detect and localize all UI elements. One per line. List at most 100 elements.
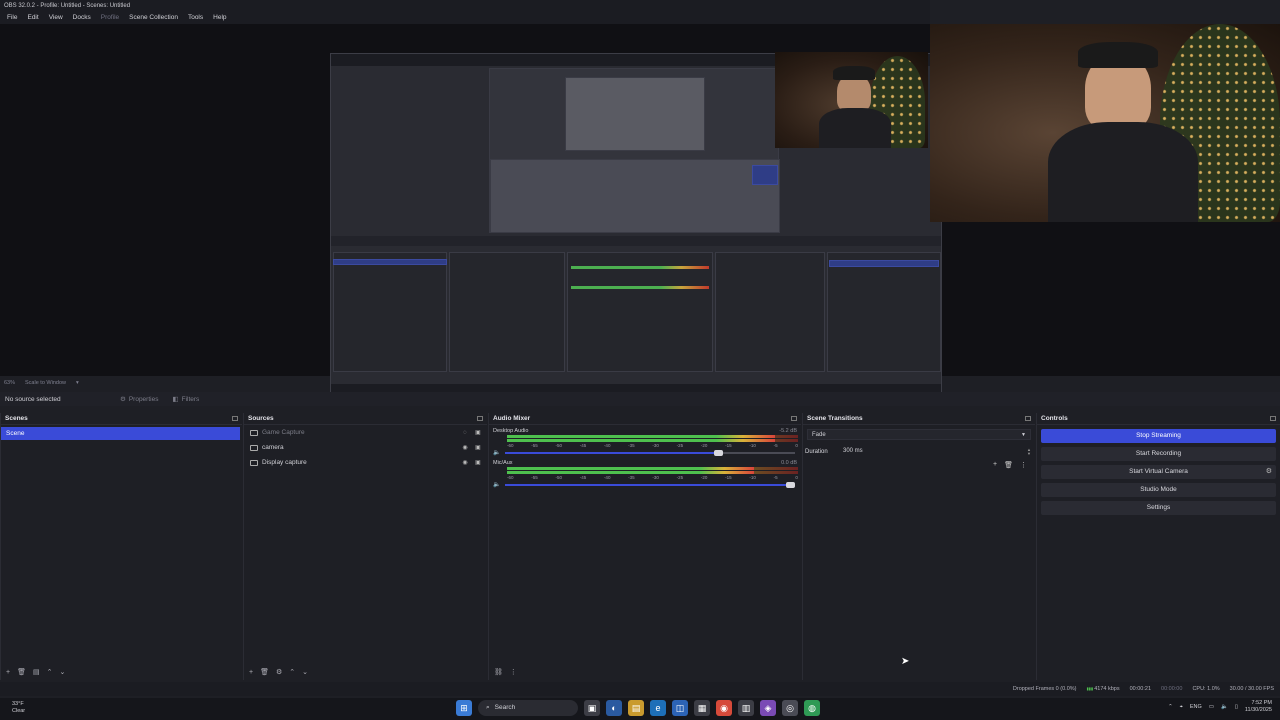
add-icon[interactable]: + — [249, 669, 253, 676]
mixer-channel-desktop-audio: Desktop Audio -5.2 dB -60 -55 -50 -45 -40 -35… — [489, 425, 801, 457]
settings-button[interactable]: Settings — [1041, 501, 1276, 515]
filter-icon[interactable]: ▤ — [33, 668, 40, 676]
controls-dock: Controls Stop Streaming Start Recording … — [1036, 413, 1280, 680]
chevron-up-icon[interactable]: ⌃ — [1168, 704, 1173, 710]
properties-label: Properties — [128, 395, 159, 403]
menu-help[interactable]: Help — [208, 12, 231, 24]
menu-file[interactable]: File — [2, 12, 22, 24]
duration-spinner[interactable]: ▲ ▼ — [1027, 447, 1031, 456]
duration-input[interactable]: 300 ms — [841, 446, 1028, 457]
camera-preview-small — [775, 52, 928, 148]
source-item[interactable]: Game Capture ◌ ▣ — [244, 425, 487, 440]
trash-icon[interactable]: 🗑 — [260, 668, 269, 676]
move-down-icon[interactable]: ⌄ — [59, 668, 65, 676]
taskbar-apps: ⊞ ⌕ Search ▣ ◐ ▤ e ◫ ▦ ◉ ▥ ◈ ◎ ◍ — [456, 700, 820, 716]
chrome-icon[interactable]: ◉ — [716, 700, 732, 716]
meter-tick: -20 — [700, 475, 708, 480]
taskbar-search[interactable]: ⌕ Search — [478, 700, 578, 716]
chevron-down-icon[interactable]: ▾ — [76, 380, 79, 386]
preview-canvas[interactable] — [0, 24, 1280, 398]
menu-tools[interactable]: Tools — [183, 12, 208, 24]
gear-icon[interactable]: ⚙ — [276, 668, 282, 676]
eye-hidden-icon[interactable]: ◌ — [461, 430, 469, 436]
stop-streaming-button[interactable]: Stop Streaming — [1041, 429, 1276, 443]
undock-icon[interactable] — [232, 416, 238, 421]
audio-mixer-title: Audio Mixer — [493, 415, 531, 422]
store-icon[interactable]: ◫ — [672, 700, 688, 716]
calculator-icon[interactable]: ▦ — [694, 700, 710, 716]
trash-icon[interactable]: 🗑 — [1004, 461, 1013, 469]
speaker-icon[interactable]: 🔈 — [493, 449, 505, 456]
move-down-icon[interactable]: ⌄ — [302, 668, 308, 676]
meter-tick: -50 — [555, 443, 562, 448]
meter-tick: -5 — [773, 443, 778, 448]
bitrate: 4174 kbps — [1086, 686, 1119, 692]
transition-select[interactable]: Fade ▼ — [807, 429, 1031, 440]
app-icon[interactable]: ◈ — [760, 700, 776, 716]
edge-icon[interactable]: e — [650, 700, 666, 716]
clock-date: 11/30/2025 — [1244, 707, 1272, 713]
speaker-icon[interactable]: 🔈 — [493, 481, 505, 488]
menu-docks[interactable]: Docks — [68, 12, 96, 24]
meter-tick: -10 — [749, 443, 756, 448]
copilot-icon[interactable]: ◐ — [606, 700, 622, 716]
battery-icon[interactable]: ▯ — [1235, 704, 1238, 710]
volume-slider[interactable] — [505, 449, 795, 456]
network-icon[interactable]: ▭ — [1209, 704, 1214, 710]
obs-icon[interactable]: ◎ — [782, 700, 798, 716]
menu-edit[interactable]: Edit — [22, 12, 43, 24]
filters-button[interactable]: ◧ Filters — [168, 394, 203, 404]
undock-icon[interactable] — [1270, 416, 1276, 421]
source-item[interactable]: Display capture ◉ ▣ — [244, 455, 487, 470]
lock-icon[interactable]: ▣ — [474, 459, 482, 466]
menu-view[interactable]: View — [44, 12, 68, 24]
chevron-down-icon: ▼ — [1021, 432, 1026, 438]
controls-title: Controls — [1041, 415, 1068, 422]
start-virtual-camera-button[interactable]: Start Virtual Camera ⚙ — [1041, 465, 1276, 479]
studio-mode-button[interactable]: Studio Mode — [1041, 483, 1276, 497]
meter-tick: -55 — [531, 475, 538, 480]
weather-widget[interactable]: 33°F Clear — [12, 701, 25, 715]
more-icon[interactable]: ⋮ — [510, 668, 517, 676]
clock[interactable]: 7:52 PM 11/30/2025 — [1245, 700, 1272, 714]
zoom-level[interactable]: 63% — [4, 380, 15, 386]
start-recording-button[interactable]: Start Recording — [1041, 447, 1276, 461]
lock-icon[interactable]: ▣ — [474, 429, 482, 436]
eye-icon[interactable]: ◉ — [461, 459, 469, 466]
scale-to-window[interactable]: Scale to Window — [25, 380, 66, 386]
gear-icon[interactable]: ⚙ — [1266, 465, 1272, 479]
add-icon[interactable]: + — [993, 461, 997, 469]
lock-icon[interactable]: ▣ — [474, 444, 482, 451]
scenes-dock-header: Scenes — [1, 413, 242, 425]
add-icon[interactable]: + — [6, 669, 10, 676]
duration-row: Duration 300 ms ▲ ▼ — [805, 446, 1031, 457]
menu-profile[interactable]: Profile — [96, 12, 124, 24]
file-explorer-icon[interactable]: ▤ — [628, 700, 644, 716]
sources-dock: Sources Game Capture ◌ ▣ camera ◉ ▣ Disp… — [243, 413, 487, 680]
more-icon[interactable]: ⋮ — [1020, 461, 1027, 469]
scene-list-item[interactable]: Scene — [1, 427, 240, 440]
task-view-icon[interactable]: ▣ — [584, 700, 600, 716]
source-item[interactable]: camera ◉ ▣ — [244, 440, 487, 455]
volume-slider[interactable] — [505, 481, 795, 488]
trash-icon[interactable]: 🗑 — [17, 668, 26, 676]
move-up-icon[interactable]: ⌃ — [47, 668, 53, 676]
source-name: Game Capture — [262, 429, 305, 436]
undock-icon[interactable] — [477, 416, 483, 421]
language-indicator[interactable]: ENG — [1190, 704, 1202, 710]
location-icon[interactable]: ⌖ — [1180, 704, 1183, 711]
app-icon[interactable]: ▥ — [738, 700, 754, 716]
undock-icon[interactable] — [791, 416, 797, 421]
undock-icon[interactable] — [1025, 416, 1031, 421]
mouse-cursor-icon: ➤ — [901, 656, 910, 667]
windows-start-icon[interactable]: ⊞ — [456, 700, 472, 716]
stream-time: 00:00:21 — [1129, 686, 1152, 692]
app-icon[interactable]: ◍ — [804, 700, 820, 716]
transition-tools: + 🗑 ⋮ — [803, 461, 1035, 469]
eye-icon[interactable]: ◉ — [461, 444, 469, 451]
link-icon[interactable]: ⛓ — [494, 668, 503, 676]
volume-icon[interactable]: 🔈 — [1221, 704, 1228, 710]
move-up-icon[interactable]: ⌃ — [289, 668, 295, 676]
properties-button[interactable]: ⚙ Properties — [116, 394, 162, 404]
menu-scene-collection[interactable]: Scene Collection — [124, 12, 183, 24]
